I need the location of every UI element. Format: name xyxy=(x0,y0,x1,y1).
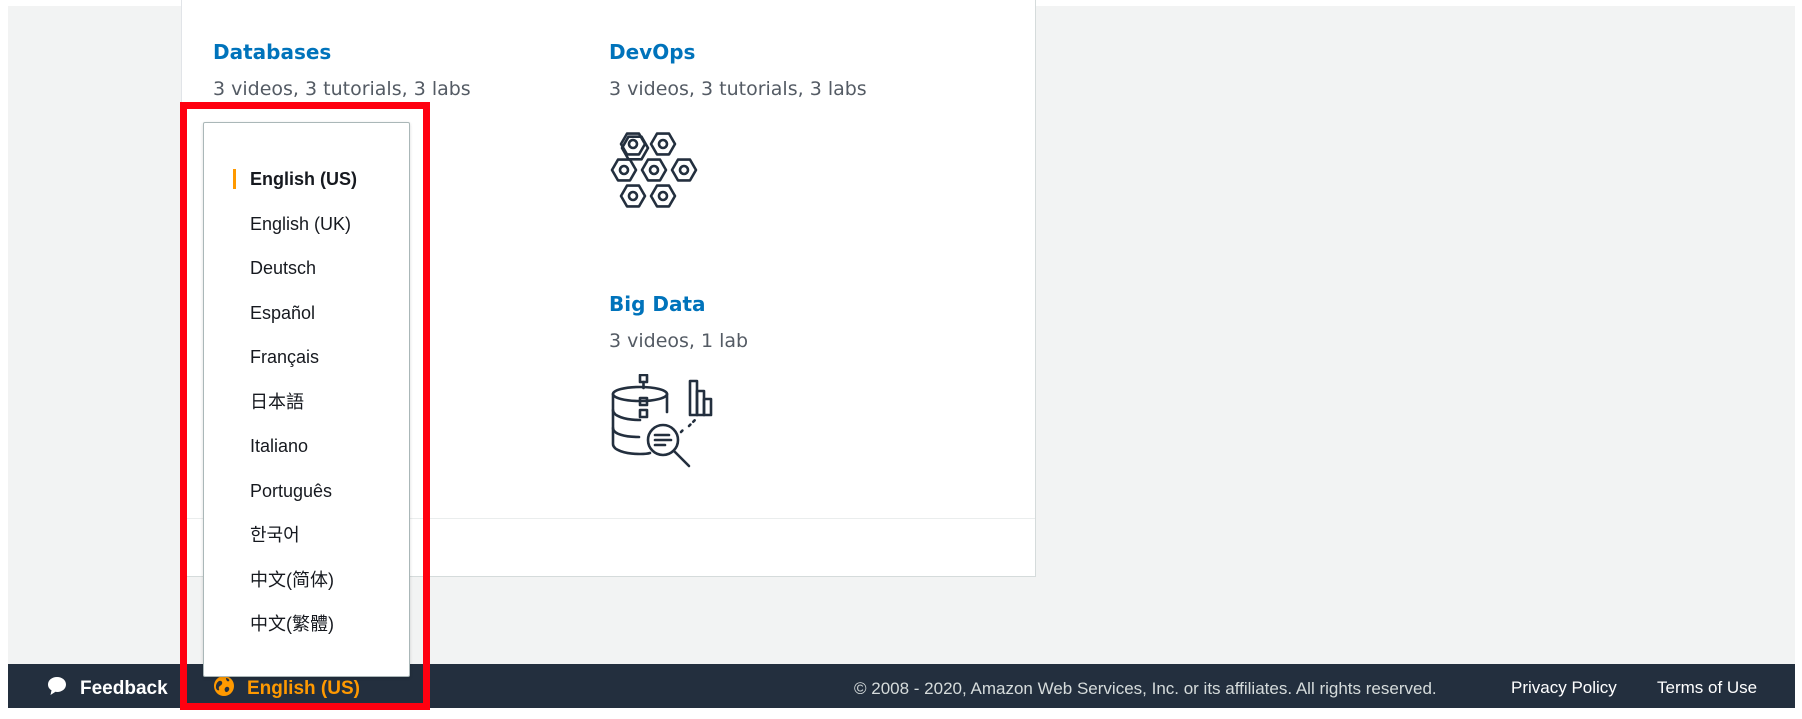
language-option-espanol[interactable]: Español xyxy=(204,291,409,336)
language-option-chinese-simplified[interactable]: 中文(简体) xyxy=(204,558,409,603)
language-dropdown-menu: English (US) English (UK) Deutsch Españo… xyxy=(203,122,410,677)
language-option-portugues[interactable]: Português xyxy=(204,469,409,514)
category-meta-big-data: 3 videos, 1 lab xyxy=(609,330,749,352)
category-big-data[interactable]: Big Data 3 videos, 1 lab xyxy=(609,292,748,481)
globe-icon xyxy=(213,675,235,703)
big-data-analytics-icon xyxy=(609,373,748,481)
language-option-japanese[interactable]: 日本語 xyxy=(204,380,409,425)
category-title-databases[interactable]: Databases xyxy=(213,40,471,64)
speech-bubble-icon xyxy=(46,675,68,703)
language-option-korean[interactable]: 한국어 xyxy=(204,513,409,558)
category-title-devops[interactable]: DevOps xyxy=(609,40,867,64)
language-options-list: English (US) English (UK) Deutsch Españo… xyxy=(204,123,409,647)
language-selector-button[interactable]: English (US) xyxy=(213,675,368,703)
category-databases[interactable]: Databases 3 videos, 3 tutorials, 3 labs xyxy=(213,40,471,100)
language-option-chinese-traditional[interactable]: 中文(繁體) xyxy=(204,602,409,647)
copyright-text: © 2008 - 2020, Amazon Web Services, Inc.… xyxy=(854,679,1437,698)
terms-of-use-link[interactable]: Terms of Use xyxy=(1657,678,1757,698)
category-title-big-data[interactable]: Big Data xyxy=(609,292,748,316)
feedback-label: Feedback xyxy=(80,678,168,699)
language-option-english-uk[interactable]: English (UK) xyxy=(204,202,409,247)
language-option-deutsch[interactable]: Deutsch xyxy=(204,246,409,291)
language-selector-label: English (US) xyxy=(247,678,360,699)
privacy-policy-link[interactable]: Privacy Policy xyxy=(1511,678,1617,698)
language-option-francais[interactable]: Français xyxy=(204,335,409,380)
devops-hexagon-cluster-icon xyxy=(609,130,867,231)
category-devops[interactable]: DevOps 3 videos, 3 tutorials, 3 labs xyxy=(609,40,867,231)
language-option-english-us[interactable]: English (US) xyxy=(204,157,409,202)
category-meta-databases: 3 videos, 3 tutorials, 3 labs xyxy=(213,78,471,100)
feedback-button[interactable]: Feedback xyxy=(46,675,168,703)
category-meta-devops: 3 videos, 3 tutorials, 3 labs xyxy=(609,78,867,100)
language-option-italiano[interactable]: Italiano xyxy=(204,424,409,469)
